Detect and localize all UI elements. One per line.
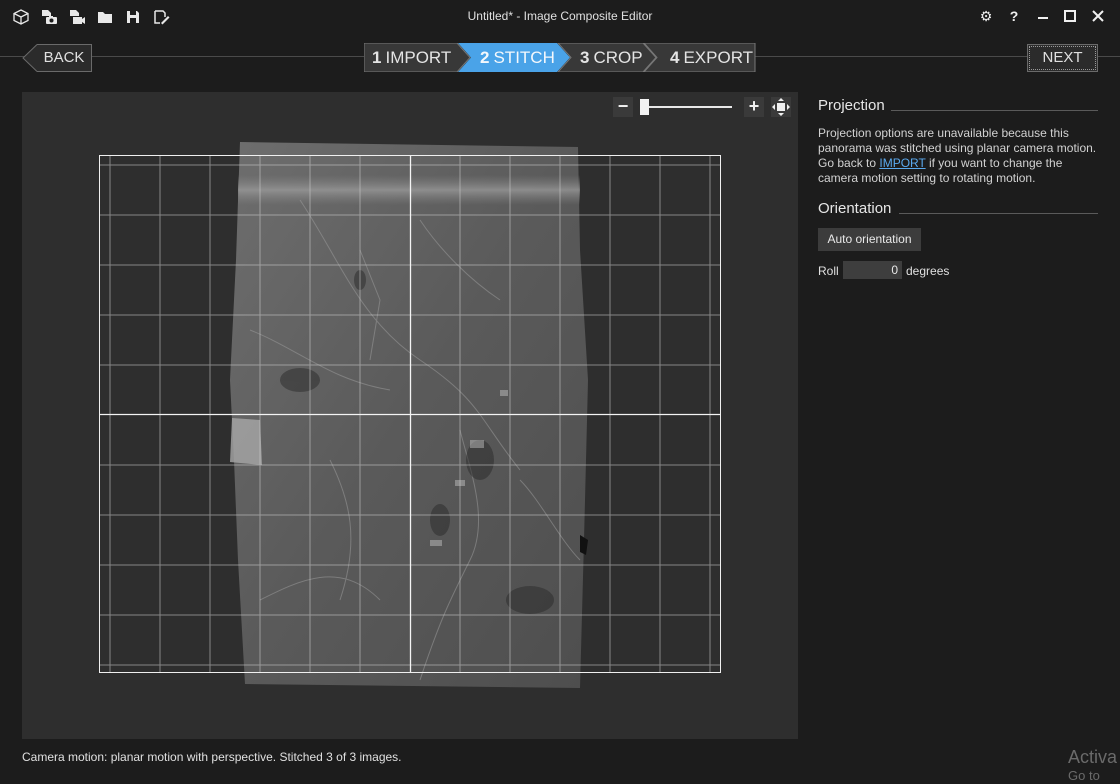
activation-watermark: Activa Go to [1068,745,1117,783]
orientation-divider [899,213,1098,214]
zoom-out-button[interactable]: − [613,97,633,117]
auto-orientation-button[interactable]: Auto orientation [818,228,921,251]
projection-divider [891,110,1098,111]
import-link[interactable]: IMPORT [879,156,925,170]
zoom-slider-track[interactable] [640,106,732,108]
zoom-slider-thumb[interactable] [640,99,649,115]
projection-heading: Projection [818,97,885,114]
roll-label: Roll [818,264,839,278]
fit-to-window-icon[interactable] [771,97,791,117]
orientation-heading: Orientation [818,200,892,217]
roll-unit: degrees [906,264,950,278]
grid-border [99,155,721,673]
projection-description: Projection options are unavailable becau… [818,126,1103,186]
watermark-line-1: Activa [1068,747,1118,767]
roll-input[interactable] [843,261,902,279]
status-text: Camera motion: planar motion with perspe… [22,750,402,764]
watermark-line-2: Go to [1068,768,1100,783]
zoom-in-button[interactable]: + [744,97,764,117]
